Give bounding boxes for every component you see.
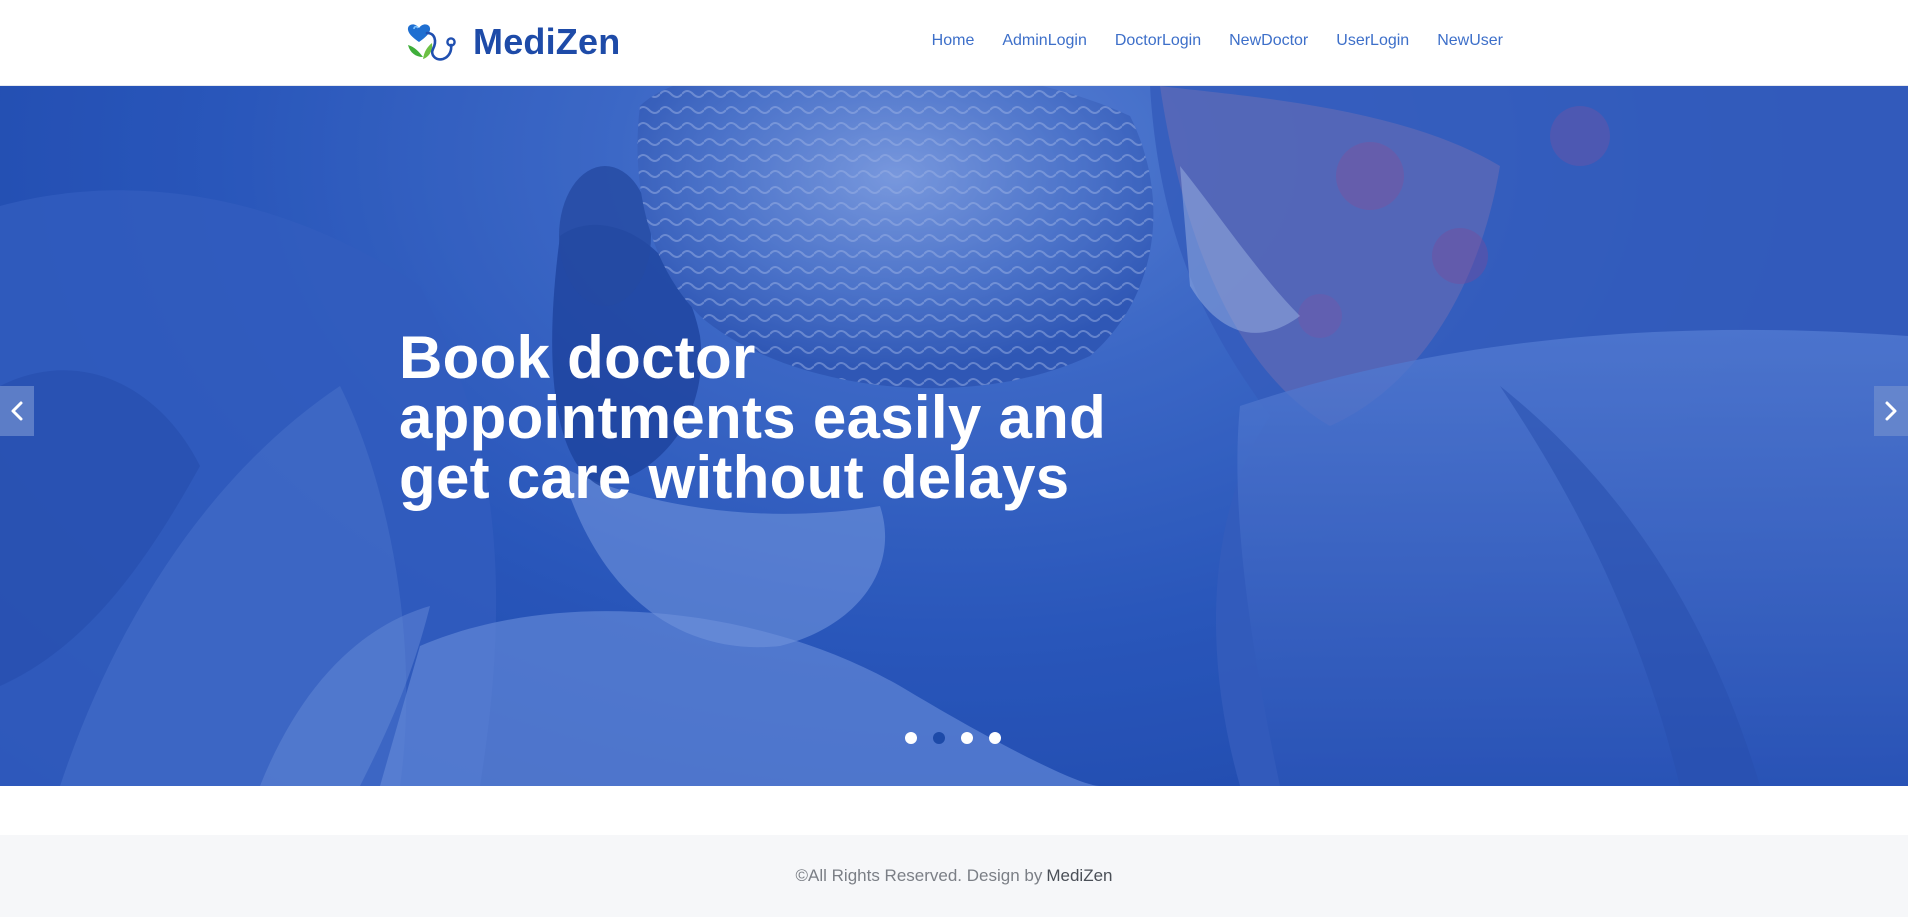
nav-item-new-doctor[interactable]: NewDoctor [1215, 29, 1322, 53]
site-header: MediZen Home AdminLogin DoctorLogin NewD… [0, 0, 1908, 86]
footer-copyright: ©All Rights Reserved. Design by [795, 866, 1043, 885]
nav-item-admin-login[interactable]: AdminLogin [988, 29, 1101, 53]
hero-headline-line: get care without delays [399, 444, 1070, 511]
chevron-right-icon [1885, 401, 1897, 421]
footer-brand-link[interactable]: MediZen [1046, 866, 1112, 886]
site-footer: ©All Rights Reserved. Design by MediZen [0, 835, 1908, 917]
hero-headline-line: appointments easily and [399, 384, 1107, 451]
carousel-indicators [905, 732, 1001, 744]
hero-headline-line: Book doctor [399, 324, 756, 391]
nav-item-doctor-login[interactable]: DoctorLogin [1101, 29, 1215, 53]
chevron-left-icon [11, 401, 23, 421]
main-nav: Home AdminLogin DoctorLogin NewDoctor Us… [918, 29, 1503, 53]
carousel-next-button[interactable] [1874, 386, 1908, 436]
carousel-dot-4[interactable] [989, 732, 1001, 744]
hero-headline: Book doctor appointments easily and get … [399, 328, 1159, 508]
heart-stethoscope-logo-icon [407, 24, 456, 61]
carousel-dot-3[interactable] [961, 732, 973, 744]
nav-item-new-user[interactable]: NewUser [1423, 29, 1503, 53]
carousel-dot-2[interactable] [933, 732, 945, 744]
carousel-prev-button[interactable] [0, 386, 34, 436]
hero-carousel: Book doctor appointments easily and get … [0, 86, 1908, 786]
brand-name: MediZen [473, 21, 621, 62]
nav-item-home[interactable]: Home [918, 29, 989, 53]
nav-item-user-login[interactable]: UserLogin [1322, 29, 1423, 53]
carousel-dot-1[interactable] [905, 732, 917, 744]
brand-link[interactable]: MediZen [405, 18, 620, 66]
